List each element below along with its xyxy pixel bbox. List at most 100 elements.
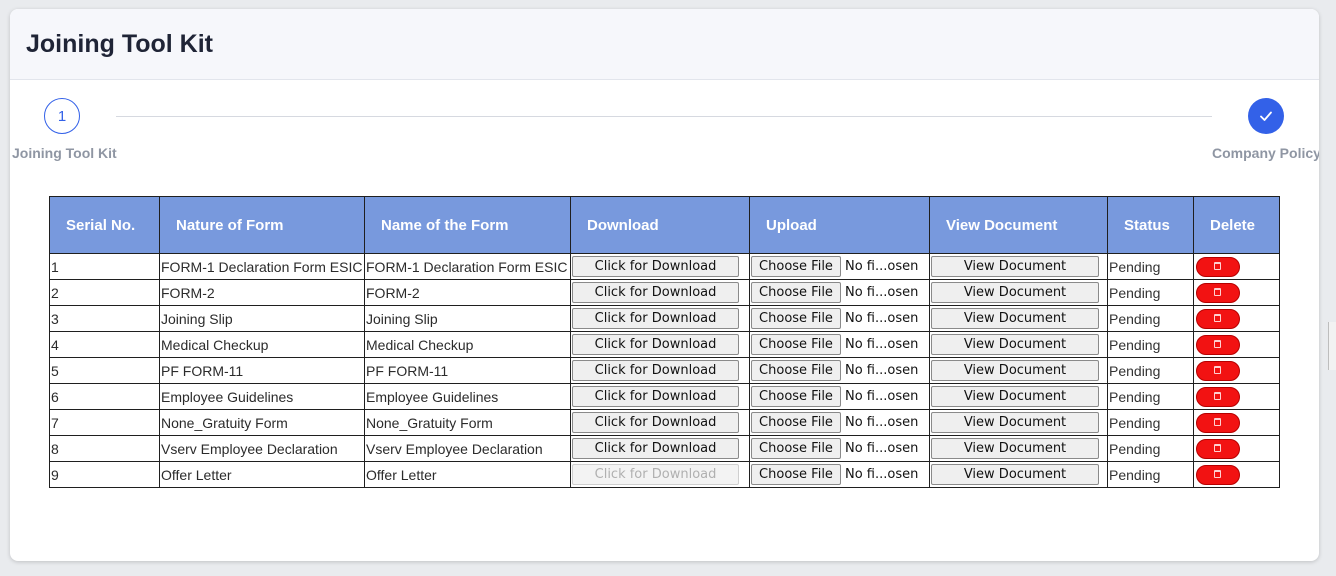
delete-button[interactable] [1196, 308, 1240, 329]
cell-delete [1193, 357, 1280, 384]
step-1-circle[interactable]: 1 [44, 98, 80, 134]
delete-button[interactable] [1196, 412, 1240, 433]
choose-file-button[interactable]: Choose File [751, 386, 841, 407]
choose-file-button[interactable]: Choose File [751, 282, 841, 303]
stepper-connector [116, 116, 1212, 117]
download-button[interactable]: Click for Download [572, 256, 739, 277]
delete-button[interactable] [1196, 256, 1240, 277]
cell-status: Pending [1107, 383, 1194, 410]
cell-nature: PF FORM-11 [159, 357, 365, 384]
status-text: Pending [1109, 310, 1161, 327]
trash-icon [1214, 469, 1221, 478]
joining-tool-kit-card: Joining Tool Kit 1 Joining Tool Kit Comp… [10, 9, 1319, 561]
trash-icon [1214, 417, 1221, 426]
delete-button[interactable] [1196, 360, 1240, 381]
download-button[interactable]: Click for Download [572, 308, 739, 329]
delete-button[interactable] [1196, 464, 1240, 485]
header-status: Status [1107, 196, 1194, 254]
nature-of-form: FORM-1 Declaration Form ESIC [161, 258, 363, 275]
name-of-form: FORM-2 [366, 284, 420, 301]
view-document-button[interactable]: View Document [931, 386, 1099, 407]
name-of-form: Vserv Employee Declaration [366, 440, 543, 457]
cell-download: Click for Download [570, 331, 750, 358]
nature-of-form: Medical Checkup [161, 336, 269, 353]
choose-file-button[interactable]: Choose File [751, 412, 841, 433]
serial-number: 2 [51, 284, 59, 301]
view-document-button[interactable]: View Document [931, 282, 1099, 303]
cell-delete [1193, 279, 1280, 306]
cell-download: Click for Download [570, 383, 750, 410]
step-2-circle[interactable] [1248, 98, 1284, 134]
header-serial-no: Serial No. [49, 196, 160, 254]
cell-view: View Document [929, 253, 1108, 280]
delete-button[interactable] [1196, 282, 1240, 303]
cell-name: FORM-1 Declaration Form ESIC [364, 253, 571, 280]
status-text: Pending [1109, 362, 1161, 379]
serial-number: 6 [51, 388, 59, 405]
delete-button[interactable] [1196, 334, 1240, 355]
delete-button[interactable] [1196, 438, 1240, 459]
cell-nature: Offer Letter [159, 461, 365, 488]
status-text: Pending [1109, 284, 1161, 301]
choose-file-button[interactable]: Choose File [751, 464, 841, 485]
name-of-form: PF FORM-11 [366, 362, 449, 379]
table-row-2: 2 FORM-2 FORM-2 Click for Download Choos… [49, 279, 1280, 306]
table-row-7: 7 None_Gratuity Form None_Gratuity Form … [49, 409, 1280, 436]
cell-upload: Choose File No fi...osen [749, 461, 930, 488]
table-row-5: 5 PF FORM-11 PF FORM-11 Click for Downlo… [49, 357, 1280, 384]
cell-upload: Choose File No fi...osen [749, 409, 930, 436]
cell-nature: FORM-1 Declaration Form ESIC [159, 253, 365, 280]
view-document-button[interactable]: View Document [931, 360, 1099, 381]
trash-icon [1214, 339, 1221, 348]
status-text: Pending [1109, 258, 1161, 275]
choose-file-button[interactable]: Choose File [751, 438, 841, 459]
cell-view: View Document [929, 279, 1108, 306]
cell-upload: Choose File No fi...osen [749, 253, 930, 280]
download-button[interactable]: Click for Download [572, 438, 739, 459]
page-title: Joining Tool Kit [26, 29, 213, 58]
view-document-button[interactable]: View Document [931, 412, 1099, 433]
view-document-button[interactable]: View Document [931, 256, 1099, 277]
header-delete: Delete [1193, 196, 1280, 254]
cell-serial: 1 [49, 253, 160, 280]
cell-delete [1193, 305, 1280, 332]
download-button[interactable]: Click for Download [572, 360, 739, 381]
scrollbar[interactable] [1328, 322, 1336, 370]
cell-serial: 8 [49, 435, 160, 462]
delete-button[interactable] [1196, 386, 1240, 407]
cell-view: View Document [929, 461, 1108, 488]
cell-serial: 4 [49, 331, 160, 358]
file-name-label: No fi...osen [845, 285, 919, 301]
cell-view: View Document [929, 331, 1108, 358]
cell-status: Pending [1107, 409, 1194, 436]
view-document-button[interactable]: View Document [931, 464, 1099, 485]
view-document-button[interactable]: View Document [931, 334, 1099, 355]
choose-file-button[interactable]: Choose File [751, 308, 841, 329]
file-name-label: No fi...osen [845, 259, 919, 275]
choose-file-button[interactable]: Choose File [751, 360, 841, 381]
choose-file-button[interactable]: Choose File [751, 334, 841, 355]
cell-name: FORM-2 [364, 279, 571, 306]
download-button[interactable]: Click for Download [572, 386, 739, 407]
table-row-6: 6 Employee Guidelines Employee Guideline… [49, 383, 1280, 410]
cell-upload: Choose File No fi...osen [749, 305, 930, 332]
cell-download: Click for Download [570, 409, 750, 436]
cell-nature: Vserv Employee Declaration [159, 435, 365, 462]
name-of-form: Joining Slip [366, 310, 438, 327]
nature-of-form: Vserv Employee Declaration [161, 440, 338, 457]
choose-file-button[interactable]: Choose File [751, 256, 841, 277]
download-button[interactable]: Click for Download [572, 412, 739, 433]
download-button[interactable]: Click for Download [572, 334, 739, 355]
view-document-button[interactable]: View Document [931, 308, 1099, 329]
header-upload: Upload [749, 196, 930, 254]
cell-upload: Choose File No fi...osen [749, 357, 930, 384]
cell-delete [1193, 461, 1280, 488]
download-button[interactable]: Click for Download [572, 464, 739, 485]
cell-download: Click for Download [570, 461, 750, 488]
view-document-button[interactable]: View Document [931, 438, 1099, 459]
cell-delete [1193, 383, 1280, 410]
cell-download: Click for Download [570, 435, 750, 462]
download-button[interactable]: Click for Download [572, 282, 739, 303]
file-name-label: No fi...osen [845, 467, 919, 483]
serial-number: 4 [51, 336, 59, 353]
